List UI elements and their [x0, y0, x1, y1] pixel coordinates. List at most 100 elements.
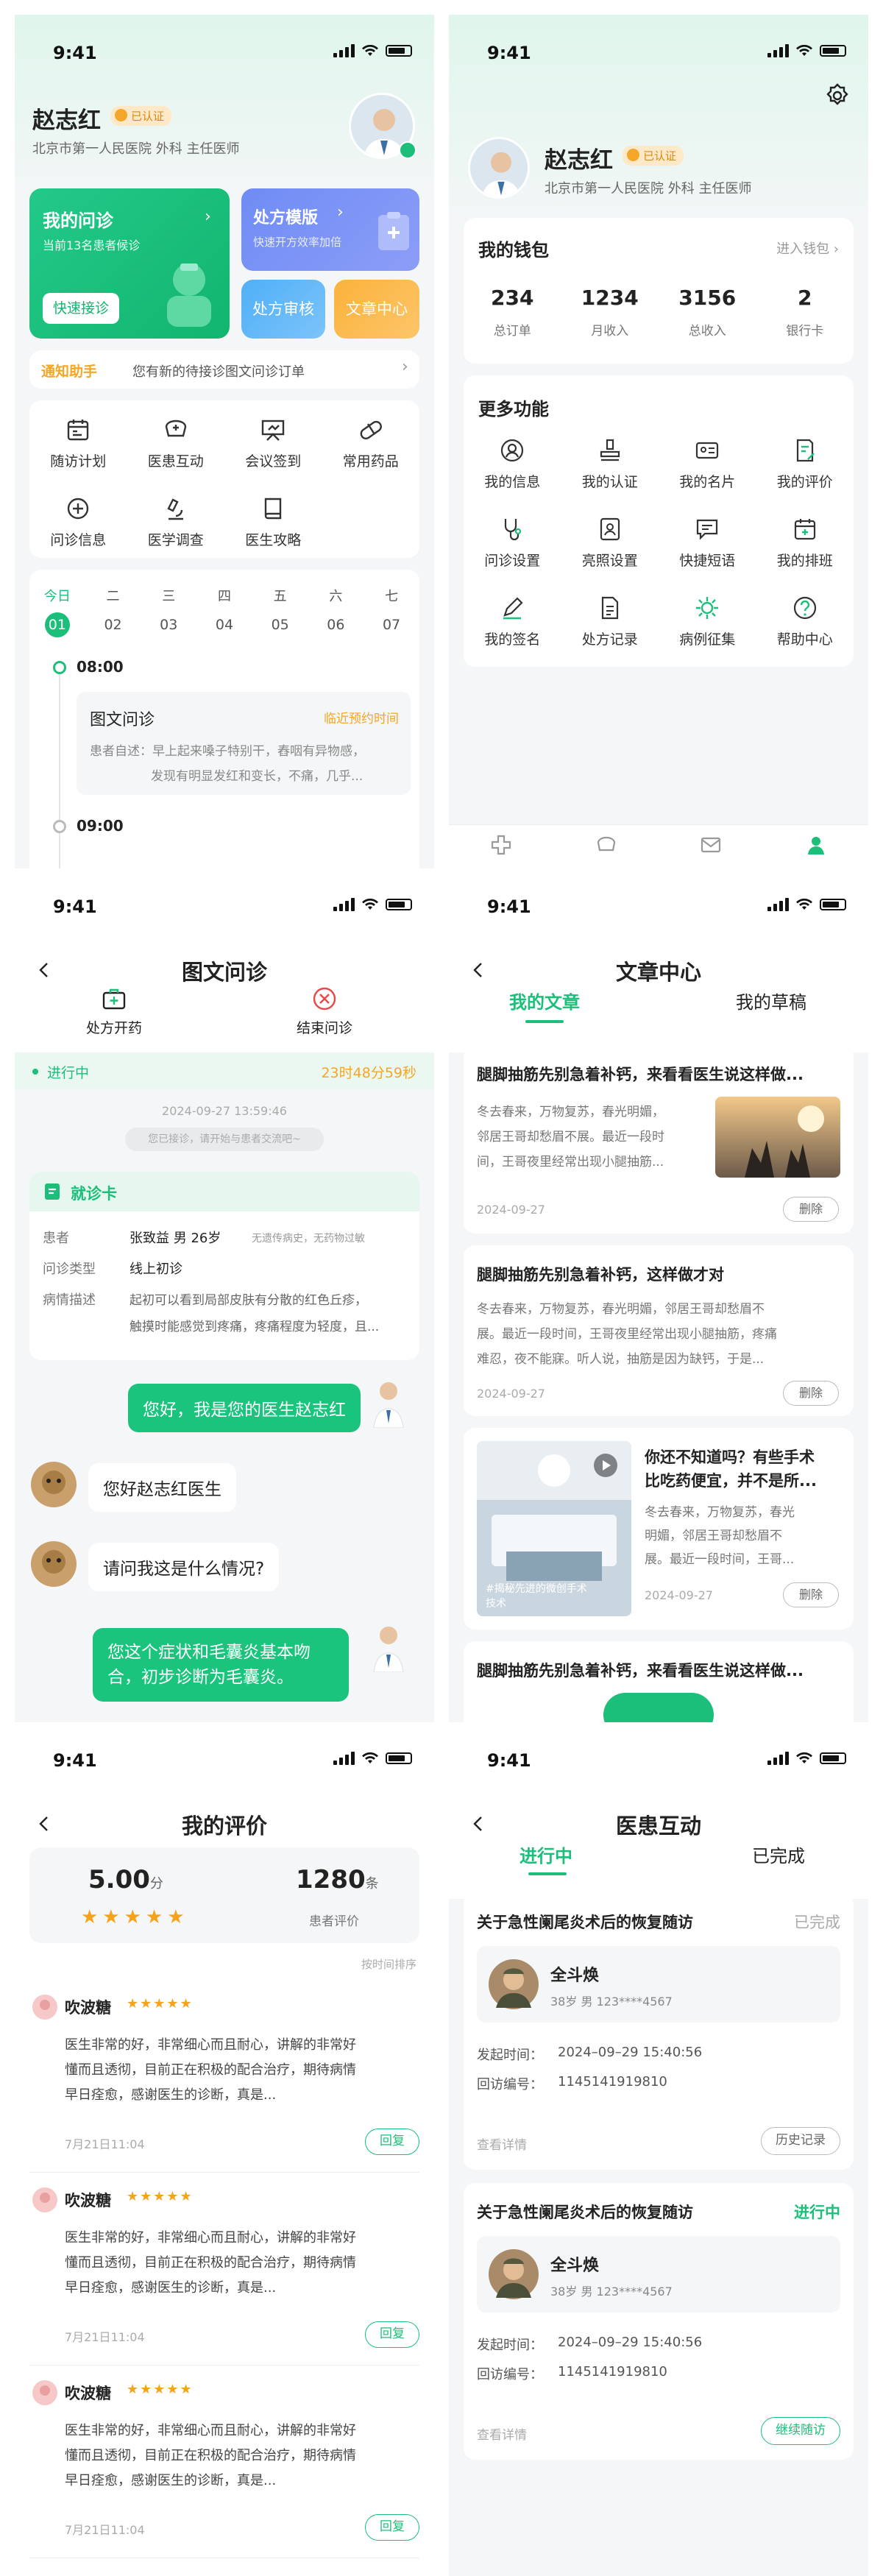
more-func-item[interactable]: 我的信息	[464, 437, 561, 491]
notice-bar[interactable]: 通知助手 您有新的待接诊图文问诊订单 ›	[29, 350, 419, 389]
wifi-icon	[362, 45, 378, 56]
signal-icon	[767, 898, 789, 911]
play-icon[interactable]	[593, 1453, 618, 1478]
wallet-stat[interactable]: 2 银行卡	[765, 286, 845, 339]
sort-by-time[interactable]: 按时间排序	[361, 1956, 416, 1972]
rx-title: 处方模版	[253, 209, 319, 227]
func-interaction[interactable]: 医患互动	[127, 417, 225, 470]
week-day-label: 七	[385, 589, 399, 604]
edit-avatar-icon[interactable]	[399, 141, 416, 159]
more-func-item[interactable]: 处方记录	[561, 595, 659, 648]
more-func-label: 帮助中心	[776, 631, 833, 648]
plus-circle-icon	[68, 498, 89, 520]
nav-bar: 医患互动	[449, 1788, 868, 1862]
more-func-item[interactable]: 快捷短语	[659, 516, 756, 570]
week-day[interactable]: 四 04	[202, 586, 247, 637]
quick-accept-button[interactable]: 快速接诊	[43, 293, 119, 324]
tab-home-icon[interactable]	[490, 834, 512, 856]
article-card[interactable]: 腿脚抽筋先别急着补钙，来看看医生说这样做... 冬去春来，万物复苏，春光明媚， …	[464, 1045, 854, 1234]
rating-summary: 5.00分 ★★★★★ 1280条 患者评价	[29, 1847, 419, 1943]
more-func-item[interactable]: 亮照设置	[561, 516, 659, 570]
func-follow-plan[interactable]: 随访计划	[29, 417, 127, 470]
tab-message-icon[interactable]	[700, 834, 722, 856]
more-func-item[interactable]: 帮助中心	[756, 595, 854, 648]
tab-completed[interactable]: 已完成	[752, 1841, 805, 1867]
view-detail-link[interactable]: 查看详情	[477, 2424, 527, 2443]
more-func-item[interactable]: 我的排班	[756, 516, 854, 570]
runners-image	[715, 1097, 840, 1178]
week-day[interactable]: 今日 01	[35, 586, 79, 637]
more-func-item[interactable]: 我的名片	[659, 437, 756, 491]
reply-button[interactable]: 回复	[365, 2514, 419, 2541]
more-func-item[interactable]: 病例征集	[659, 595, 756, 648]
delete-button[interactable]: 删除	[783, 1381, 839, 1406]
delete-button[interactable]: 删除	[783, 1582, 839, 1607]
wallet-stat[interactable]: 1234 月收入	[570, 286, 650, 339]
func-drugs[interactable]: 常用药品	[322, 417, 420, 470]
wallet-link[interactable]: 进入钱包 ›	[776, 238, 839, 258]
delete-button[interactable]: 删除	[783, 1197, 839, 1222]
rating-count: 1280条	[296, 1865, 379, 1894]
rx-template-card[interactable]: 处方模版 › 快速开方效率加倍	[241, 188, 419, 271]
followup-card[interactable]: 关于急性阑尾炎术后的恢复随访 进行中 全斗焕 38岁 男 123****4567…	[464, 2183, 854, 2460]
followup-card[interactable]: 关于急性阑尾炎术后的恢复随访 已完成 全斗焕 38岁 男 123****4567…	[464, 1893, 854, 2170]
consult-card[interactable]: 我的问诊 › 当前13名患者候诊 快速接诊	[29, 188, 230, 339]
continue-followup-button[interactable]: 继续随访	[761, 2417, 840, 2445]
rx-sub: 快速开方效率加倍	[253, 236, 342, 249]
tab-my-articles[interactable]: 我的文章	[509, 988, 580, 1013]
week-day[interactable]: 五 05	[258, 586, 302, 637]
article-title: 腿脚抽筋先别急着补钙，这样做才对	[477, 1266, 724, 1284]
notice-text: 您有新的待接诊图文问诊订单	[132, 364, 305, 380]
tab-consult-icon[interactable]	[595, 834, 617, 856]
week-day[interactable]: 七 07	[369, 586, 414, 637]
article-card[interactable]: #揭秘先进的微创手术 技术 你还不知道吗？有些手术 比吃药便宜，并不是所... …	[464, 1428, 854, 1630]
wallet-stat[interactable]: 234 总订单	[472, 286, 553, 339]
status-bar: 9:41	[15, 868, 434, 935]
week-day[interactable]: 六 06	[313, 586, 358, 637]
doctor-avatar[interactable]	[468, 137, 530, 199]
settings-icon[interactable]	[824, 82, 851, 109]
desc-value-2: 触摸时能感觉到疼痛，疼痛程度为轻度，且...	[130, 1320, 380, 1334]
week-day[interactable]: 三 03	[146, 586, 191, 637]
wallet-stats: 234 总订单 1234 月收入 3156 总收入 2 银行卡	[464, 286, 854, 339]
more-func-item[interactable]: 问诊设置	[464, 516, 561, 570]
status-strip: 进行中 23时48分59秒	[15, 1052, 434, 1089]
prescribe-button[interactable]: 处方开药	[74, 986, 155, 1037]
rating-score: 5.00分	[88, 1865, 163, 1894]
article-center-button[interactable]: 文章中心	[334, 280, 419, 339]
tab-drafts[interactable]: 我的草稿	[736, 988, 806, 1013]
status-bar: 9:41	[449, 15, 868, 81]
patient-avatar	[31, 1541, 77, 1587]
wallet-stat[interactable]: 3156 总收入	[667, 286, 748, 339]
wifi-icon	[362, 899, 378, 910]
nurse-icon	[167, 263, 211, 327]
schedule-icon	[794, 519, 815, 540]
func-guide[interactable]: 医生攻略	[224, 495, 322, 549]
review-text: 懂而且透彻，目前正在积极的配合治疗，期待病情	[65, 2062, 356, 2078]
battery-icon	[820, 899, 846, 910]
func-meeting[interactable]: 会议签到	[224, 417, 322, 470]
week-day[interactable]: 二 02	[91, 586, 135, 637]
reviewer-avatar	[32, 2187, 57, 2212]
more-func-item[interactable]: 我的签名	[464, 595, 561, 648]
reply-button[interactable]: 回复	[365, 2321, 419, 2348]
history-button[interactable]: 历史记录	[761, 2127, 840, 2155]
patient-value: 张致益 男 26岁	[130, 1231, 221, 1246]
rx-review-button[interactable]: 处方审核	[241, 280, 325, 339]
doc-card-icon	[45, 1183, 60, 1200]
article-card[interactable]: 腿脚抽筋先别急着补钙，这样做才对 冬去春来，万物复苏，春光明媚，邻居王哥却愁眉不…	[464, 1245, 854, 1416]
view-detail-link[interactable]: 查看详情	[477, 2134, 527, 2153]
tab-ongoing[interactable]: 进行中	[519, 1841, 572, 1867]
more-func-item[interactable]: 我的评价	[756, 437, 854, 491]
reply-button[interactable]: 回复	[365, 2129, 419, 2155]
more-func-item[interactable]: 我的认证	[561, 437, 659, 491]
appointment-card[interactable]: 图文问诊 临近预约时间 患者自述：早上起来嗓子特别干，舂咽有异物感， 发现有明显…	[77, 692, 411, 795]
end-consult-button[interactable]: 结束问诊	[284, 986, 365, 1037]
tab-profile-icon[interactable]	[805, 834, 827, 856]
func-survey[interactable]: 医学调查	[127, 495, 225, 549]
func-consult-info[interactable]: 问诊信息	[29, 495, 127, 549]
publish-button[interactable]	[603, 1693, 714, 1722]
article-line: 展。最近一段时间，王哥...	[645, 1552, 795, 1567]
patient-info: 38岁 男 123****4567	[550, 1995, 673, 2009]
status-time: 9:41	[487, 896, 531, 917]
